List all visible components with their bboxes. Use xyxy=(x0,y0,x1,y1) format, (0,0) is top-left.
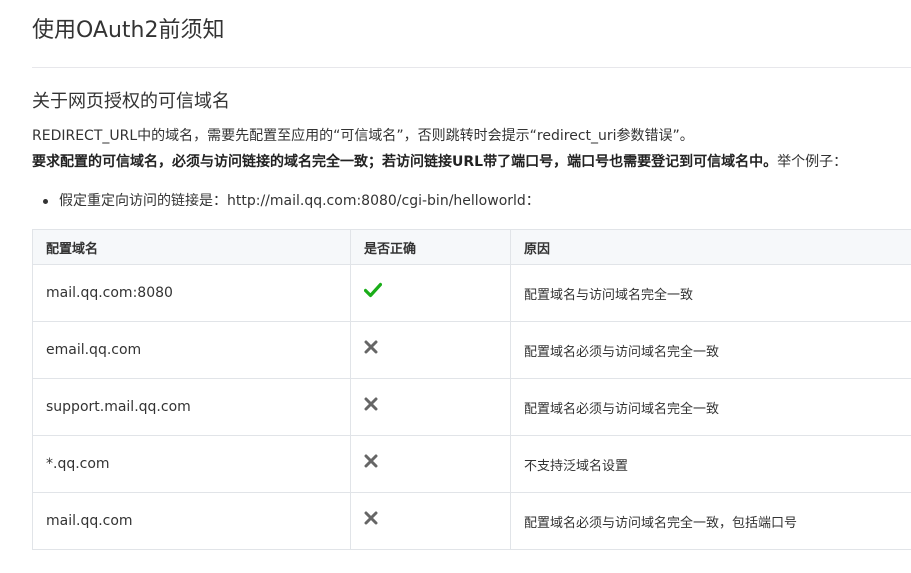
cell-reason: 配置域名必须与访问域名完全一致 xyxy=(510,321,911,379)
check-icon xyxy=(364,282,382,298)
table-row: *.qq.com 不支持泛域名设置 xyxy=(32,435,911,493)
cell-domain: email.qq.com xyxy=(32,321,351,379)
list-item-text: 假定重定向访问的链接是：http://mail.qq.com:8080/cgi-… xyxy=(59,193,540,209)
table-row: email.qq.com 配置域名必须与访问域名完全一致 xyxy=(32,321,911,379)
cell-domain: mail.qq.com xyxy=(32,492,351,550)
cell-domain: mail.qq.com:8080 xyxy=(32,264,351,322)
cell-correct xyxy=(350,435,511,493)
title-divider xyxy=(32,67,911,68)
example-list: 假定重定向访问的链接是：http://mail.qq.com:8080/cgi-… xyxy=(32,191,540,211)
header-reason: 原因 xyxy=(510,229,911,265)
header-correct: 是否正确 xyxy=(350,229,511,265)
cross-icon xyxy=(364,340,378,354)
example-intro-text: 举个例子： xyxy=(777,154,848,170)
cross-icon xyxy=(364,454,378,468)
cross-icon xyxy=(364,397,378,411)
cell-correct xyxy=(350,492,511,550)
list-item: 假定重定向访问的链接是：http://mail.qq.com:8080/cgi-… xyxy=(32,191,540,211)
table-row: mail.qq.com:8080 配置域名与访问域名完全一致 xyxy=(32,264,911,322)
intro-paragraph: REDIRECT_URL中的域名，需要先配置至应用的“可信域名”，否则跳转时会提… xyxy=(32,128,694,144)
cell-reason: 配置域名与访问域名完全一致 xyxy=(510,264,911,322)
page-title: 使用OAuth2前须知 xyxy=(32,18,225,43)
cell-domain: support.mail.qq.com xyxy=(32,378,351,436)
bullet-dot xyxy=(43,199,48,204)
cell-domain: *.qq.com xyxy=(32,435,351,493)
cell-correct xyxy=(350,321,511,379)
section-title: 关于网页授权的可信域名 xyxy=(32,91,230,112)
requirement-bold-text: 要求配置的可信域名，必须与访问链接的域名完全一致；若访问链接URL带了端口号，端… xyxy=(32,154,778,170)
cross-icon xyxy=(364,511,378,525)
table-header-row: 配置域名 是否正确 原因 xyxy=(32,229,911,265)
cell-reason: 不支持泛域名设置 xyxy=(510,435,911,493)
cell-correct xyxy=(350,264,511,322)
table-row: support.mail.qq.com 配置域名必须与访问域名完全一致 xyxy=(32,378,911,436)
requirement-paragraph: 要求配置的可信域名，必须与访问链接的域名完全一致；若访问链接URL带了端口号，端… xyxy=(32,152,847,172)
cell-correct xyxy=(350,378,511,436)
cell-reason: 配置域名必须与访问域名完全一致 xyxy=(510,378,911,436)
cell-reason: 配置域名必须与访问域名完全一致，包括端口号 xyxy=(510,492,911,550)
header-domain: 配置域名 xyxy=(32,229,351,265)
table-row: mail.qq.com 配置域名必须与访问域名完全一致，包括端口号 xyxy=(32,492,911,550)
domain-table: 配置域名 是否正确 原因 mail.qq.com:8080 配置域名与访问域名完… xyxy=(32,229,911,550)
